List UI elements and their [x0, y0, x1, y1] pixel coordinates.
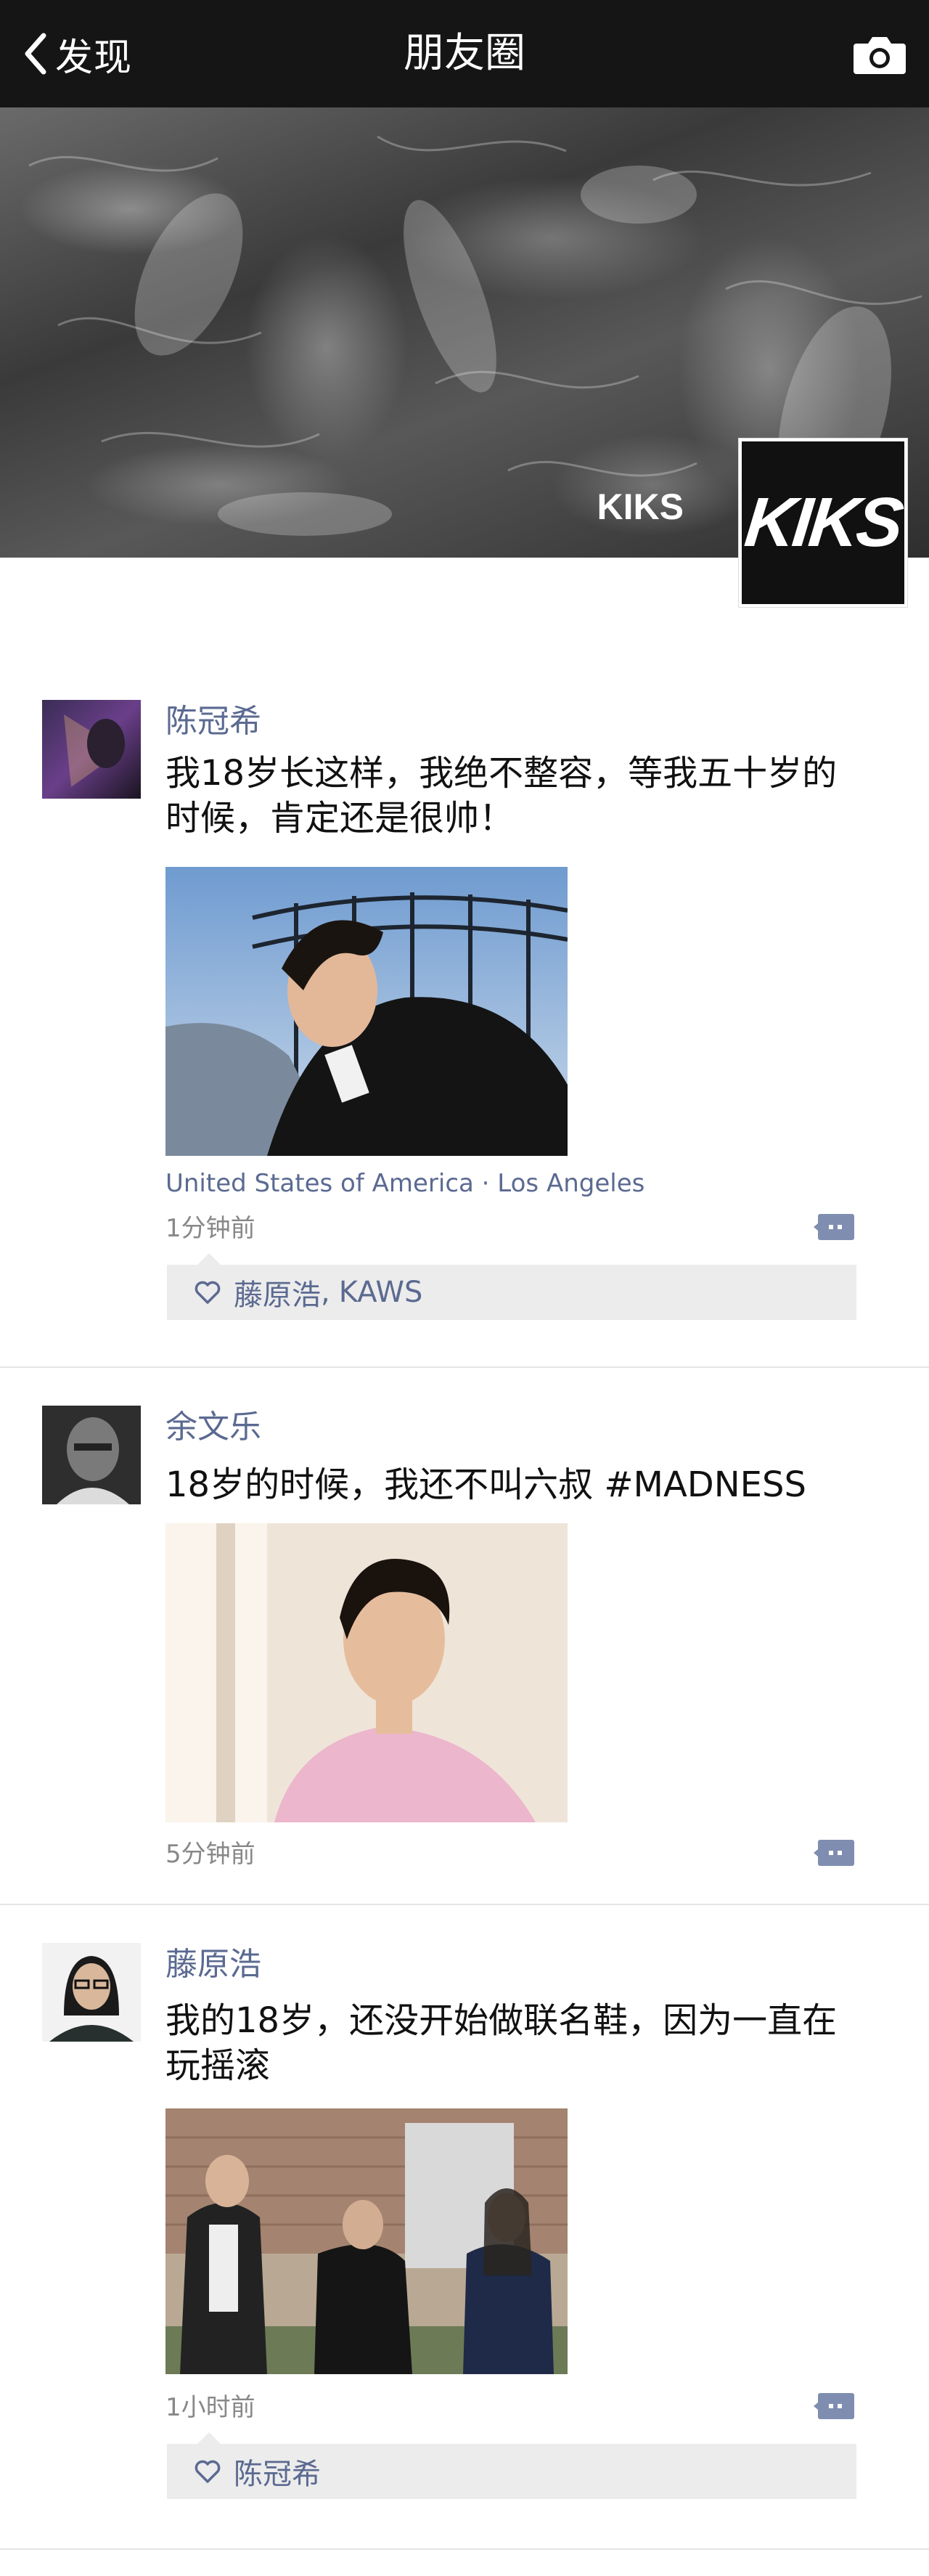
comment-dots-icon[interactable]: [813, 1838, 855, 1867]
post-location[interactable]: United States of America · Los Angeles: [165, 1167, 644, 1199]
likes-bar: 陈冠希: [167, 2432, 856, 2499]
post-divider: [0, 1366, 929, 1368]
likes-bar: 藤原浩 , KAWS: [167, 1253, 856, 1320]
liker-name[interactable]: KAWS: [339, 1276, 423, 1309]
liker-separator: ,: [321, 1276, 330, 1309]
post-photo[interactable]: [165, 2108, 568, 2374]
post-author-avatar[interactable]: [42, 1406, 141, 1504]
comment-dots-icon[interactable]: [813, 2392, 855, 2421]
liker-name[interactable]: 藤原浩: [234, 1271, 321, 1313]
post-author-name[interactable]: 陈冠希: [165, 701, 261, 742]
post-time: 5分钟前: [165, 1840, 255, 1869]
author-avatar-image: [42, 1406, 141, 1504]
avatar-logo: KIKS: [742, 441, 904, 604]
back-button-label: 发现: [55, 36, 133, 80]
post-photo-image: [165, 1523, 568, 1822]
top-nav-bar: 发现 朋友圈: [0, 0, 929, 107]
post-divider: [0, 1904, 929, 1905]
post-text: 我的18岁，还没开始做联名鞋，因为一直在玩摇滚: [165, 2000, 838, 2086]
author-avatar-image: [42, 700, 141, 799]
post-time: 1小时前: [165, 2393, 255, 2422]
post-photo[interactable]: [165, 867, 568, 1156]
profile-avatar[interactable]: KIKS: [739, 439, 907, 607]
camera-icon[interactable]: [852, 33, 907, 76]
back-button[interactable]: 发现: [22, 28, 132, 80]
post-text: 18岁的时候，我还不叫六叔 #MADNESS: [165, 1464, 806, 1505]
author-avatar-image: [42, 1943, 141, 2042]
heart-outline-icon: [195, 1281, 221, 1304]
heart-outline-icon: [195, 2460, 221, 2483]
post-time: 1分钟前: [165, 1214, 255, 1243]
post-author-name[interactable]: 藤原浩: [165, 1944, 261, 1985]
page-title: 朋友圈: [404, 30, 525, 77]
avatar-logo-text: KIKS: [741, 484, 905, 561]
chevron-left-icon: [25, 33, 46, 75]
cover-user-name: KIKS: [597, 486, 684, 527]
post-photo-image: [165, 2108, 568, 2374]
post-author-avatar[interactable]: [42, 700, 141, 799]
liker-name[interactable]: 陈冠希: [234, 2450, 321, 2493]
post-photo[interactable]: [165, 1523, 568, 1822]
post-author-name[interactable]: 余文乐: [165, 1407, 261, 1448]
comment-dots-icon[interactable]: [813, 1212, 855, 1242]
post-author-avatar[interactable]: [42, 1943, 141, 2042]
post-divider: [0, 2548, 929, 2550]
post-photo-image: [165, 867, 568, 1156]
post-text: 我18岁长这样，我绝不整容，等我五十岁的时候，肯定还是很帅！: [165, 753, 838, 839]
